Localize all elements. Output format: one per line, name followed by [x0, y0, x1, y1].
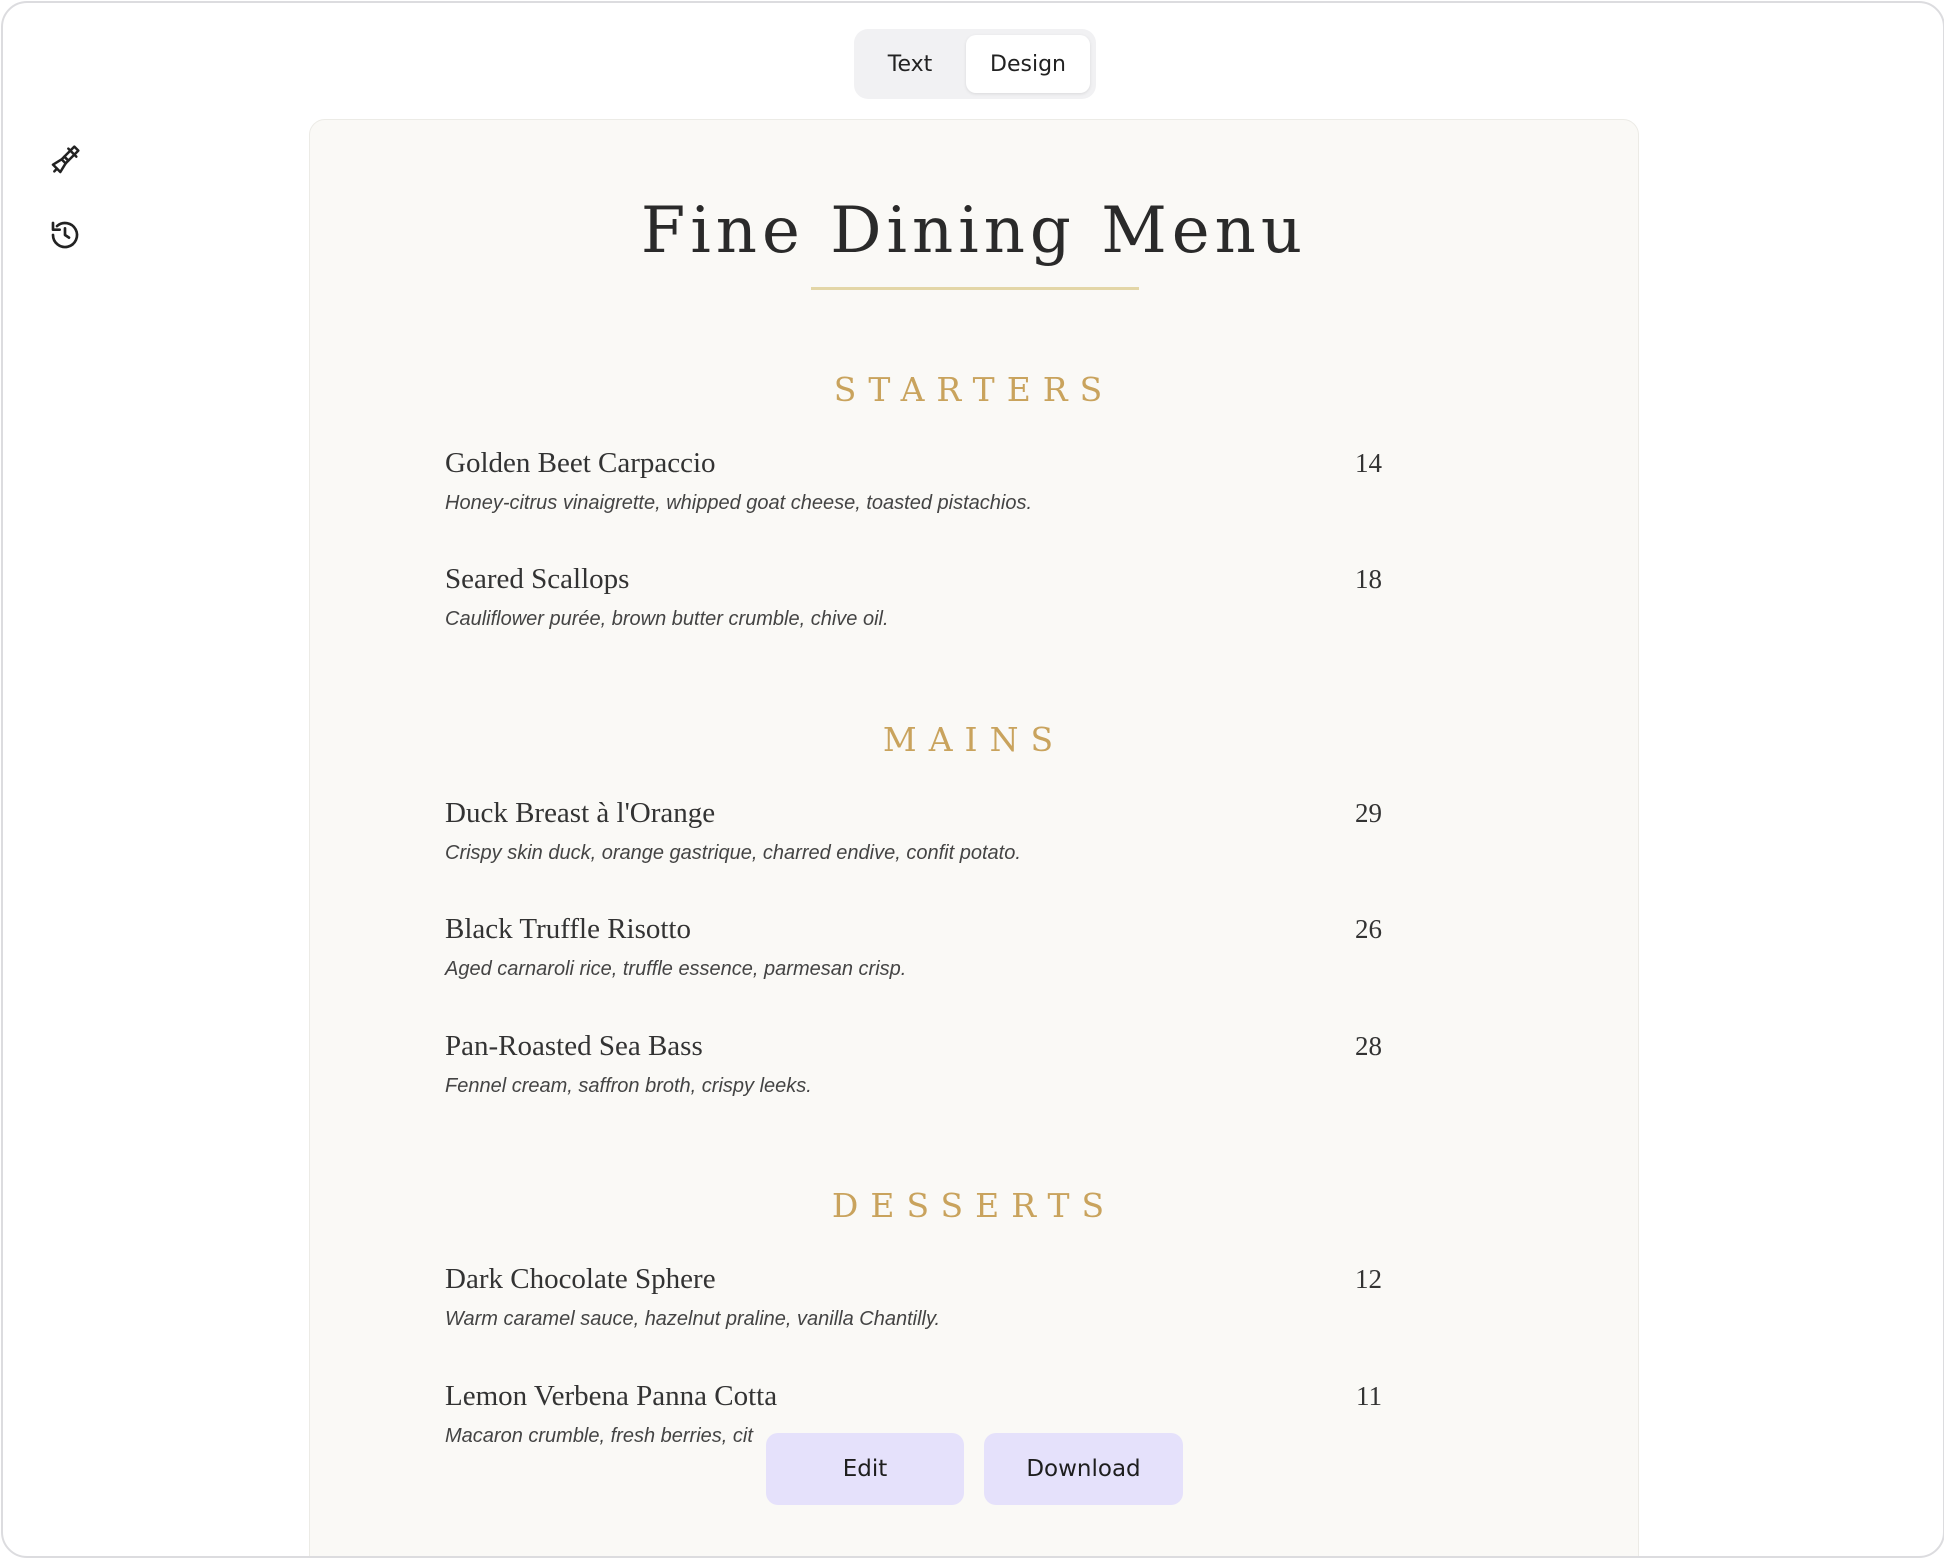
item-price: 14: [1355, 448, 1382, 478]
edit-button[interactable]: Edit: [766, 1433, 964, 1505]
history-button[interactable]: [47, 217, 83, 253]
download-button[interactable]: Download: [984, 1433, 1183, 1505]
item-name: Dark Chocolate Sphere: [445, 1263, 716, 1295]
item-description: Honey-citrus vinaigrette, whipped goat c…: [445, 492, 1033, 514]
menu-item: Seared Scallops 18 Cauliflower purée, br…: [445, 562, 1382, 631]
tab-design[interactable]: Design: [966, 35, 1090, 93]
history-icon: [51, 221, 79, 249]
menu-item: Duck Breast à l'Orange 29 Crispy skin du…: [445, 796, 1382, 865]
item-name: Lemon Verbena Panna Cotta: [445, 1380, 778, 1412]
menu-title: Fine Dining Menu: [640, 194, 1308, 268]
view-toggle: Text Design: [854, 29, 1096, 99]
paintbrush-icon: [51, 145, 80, 174]
item-price: 11: [1356, 1381, 1382, 1411]
menu-document: Fine Dining Menu STARTERS Golden Beet Ca…: [309, 119, 1639, 1556]
item-price: 26: [1355, 914, 1382, 944]
item-description: Crispy skin duck, orange gastrique, char…: [445, 842, 1021, 864]
item-description: Warm caramel sauce, hazelnut praline, va…: [445, 1308, 941, 1330]
menu-item: Golden Beet Carpaccio 14 Honey-citrus vi…: [445, 446, 1382, 515]
item-price: 12: [1355, 1264, 1382, 1294]
menu-item: Black Truffle Risotto 26 Aged carnaroli …: [445, 912, 1382, 981]
item-description: Fennel cream, saffron broth, crispy leek…: [445, 1075, 812, 1097]
item-description: Cauliflower purée, brown butter crumble,…: [445, 608, 889, 630]
section-heading-starters: STARTERS: [833, 370, 1115, 409]
item-description: Aged carnaroli rice, truffle essence, pa…: [445, 958, 907, 980]
item-name: Pan-Roasted Sea Bass: [445, 1030, 703, 1062]
app-window: Text Design Fine Dining Menu STARTERS Go…: [1, 1, 1944, 1558]
section-heading-desserts: DESSERTS: [831, 1186, 1117, 1225]
item-price: 28: [1355, 1031, 1382, 1061]
tab-text[interactable]: Text: [860, 35, 960, 93]
title-underline: [811, 287, 1139, 290]
section-heading-mains: MAINS: [882, 720, 1066, 759]
item-name: Seared Scallops: [445, 563, 630, 595]
menu-item: Pan-Roasted Sea Bass 28 Fennel cream, sa…: [445, 1029, 1382, 1098]
item-name: Golden Beet Carpaccio: [445, 447, 716, 479]
item-price: 18: [1355, 564, 1382, 594]
item-price: 29: [1355, 798, 1382, 828]
menu-item: Dark Chocolate Sphere 12 Warm caramel sa…: [445, 1262, 1382, 1331]
item-name: Duck Breast à l'Orange: [445, 797, 716, 829]
paintbrush-button[interactable]: [47, 142, 83, 178]
item-name: Black Truffle Risotto: [445, 913, 691, 945]
